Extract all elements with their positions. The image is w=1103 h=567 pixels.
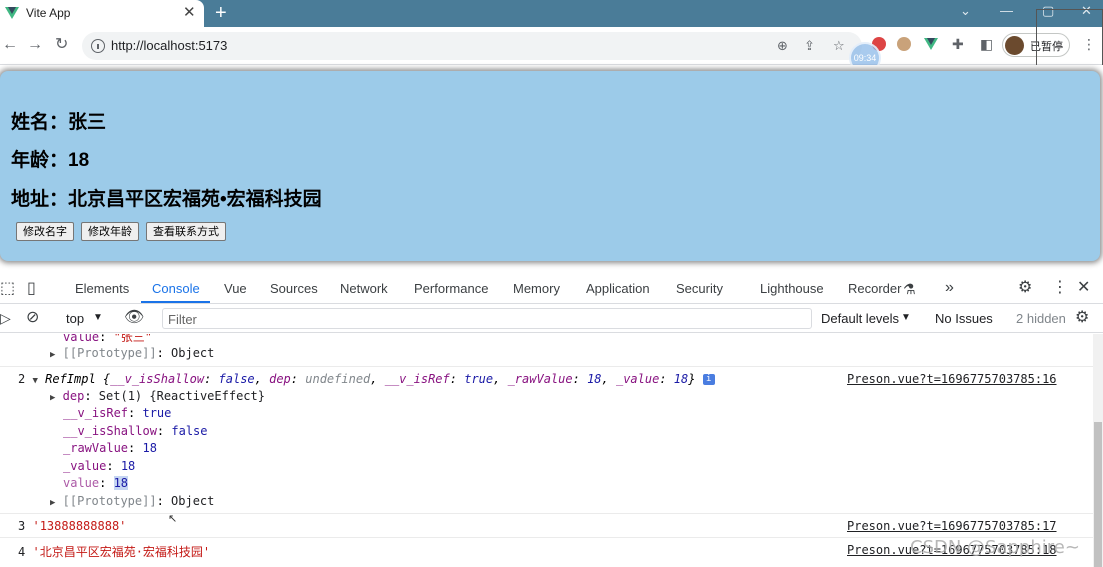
console-prop-row: _value: 18 [63,459,136,473]
context-selector[interactable]: top [66,311,84,326]
tab-network[interactable]: Network [340,281,388,296]
tab-vite-app[interactable]: Vite App ✕ [0,0,204,27]
change-age-button[interactable]: 修改年龄 [81,222,139,241]
log-levels-dropdown[interactable]: Default levels [821,311,899,326]
vue-devtools-icon[interactable] [924,37,938,51]
page-viewport: 姓名：张三 年龄：18 地址：北京昌平区宏福苑•宏福科技园 修改名字 修改年龄 … [0,65,1103,272]
side-panel-icon[interactable]: ◧ [980,36,993,52]
devtools-tab-bar: ⬚ ▯ Elements Console Vue Sources Network… [0,274,1103,304]
vue-logo-icon [5,7,19,19]
tab-title: Vite App [26,6,71,20]
console-prop-row: __v_isRef: true [63,406,172,420]
console-scrollbar[interactable] [1093,334,1103,567]
url-text: http://localhost:5173 [111,38,228,53]
tab-security[interactable]: Security [676,281,723,296]
console-prop-row: value: "张三" [63,334,153,344]
tab-memory[interactable]: Memory [513,281,560,296]
entry-separator [0,366,1093,367]
zoom-icon[interactable]: ⊕ [777,38,788,54]
more-tabs-icon[interactable]: » [945,279,954,297]
info-badge-icon[interactable]: i [702,374,715,385]
address-bar[interactable]: http://localhost:5173 ⊕ ⇪ ☆ [82,32,862,60]
tab-elements[interactable]: Elements [75,281,129,296]
tab-strip: Vite App ✕ + ⌄ — ▢ ✕ [0,0,1103,27]
console-prop-row[interactable]: ▶ dep: Set(1) {ReactiveEffect} [50,389,265,403]
name-field: 姓名：张三 [11,112,107,133]
tab-application[interactable]: Application [586,281,650,296]
source-link[interactable]: Preson.vue?t=1696775703785:17 [847,519,1057,533]
tab-vue[interactable]: Vue [224,281,247,296]
new-tab-button[interactable]: + [215,2,227,24]
console-entry: 3 '13888888888' [18,519,127,533]
watermark: CSDN @Sapphire~ [910,537,1080,558]
console-prop-row[interactable]: ▶ [[Prototype]]: Object [50,346,214,360]
tab-recorder[interactable]: Recorder [848,281,901,296]
settings-gear-icon[interactable]: ⚙ [1018,279,1032,297]
console-settings-icon[interactable]: ⚙ [1075,309,1089,327]
chevron-down-icon[interactable]: ⌄ [960,3,971,19]
entry-separator [0,513,1093,514]
context-dropdown-icon[interactable]: ▼ [93,312,103,323]
device-toolbar-icon[interactable]: ▯ [27,280,36,298]
avatar [1005,36,1024,55]
tab-sources[interactable]: Sources [270,281,318,296]
tab-performance[interactable]: Performance [414,281,488,296]
clear-console-icon[interactable]: ⊘ [26,309,39,327]
console-prop-row: _rawValue: 18 [63,441,157,455]
inspect-element-icon[interactable]: ⬚ [0,280,15,298]
view-contact-button[interactable]: 查看联系方式 [146,222,226,241]
sidebar-toggle-icon[interactable]: ▷ [0,309,11,327]
console-entry-summary[interactable]: 2 ▼ RefImpl {__v_isShallow: false, dep: … [18,372,715,386]
extensions-puzzle-icon[interactable]: ✚ [952,36,964,52]
minimize-icon[interactable]: — [1000,3,1013,19]
mouse-cursor-icon: ↖ [168,513,178,525]
extension-icon[interactable] [897,37,911,51]
tab-console[interactable]: Console [152,281,200,296]
back-icon[interactable]: ← [2,35,18,55]
source-link[interactable]: Preson.vue?t=1696775703785:16 [847,372,1057,386]
active-tab-indicator [141,301,210,303]
live-expression-eye-icon[interactable]: 👁 [124,309,144,327]
filter-placeholder: Filter [168,312,197,327]
issues-button[interactable]: No Issues [935,311,993,326]
console-output: value: "张三" ▶ [[Prototype]]: Object 2 ▼ … [0,334,1093,567]
reload-icon[interactable]: ↻ [55,35,68,55]
forward-icon[interactable]: → [27,35,43,55]
site-info-icon[interactable] [91,39,105,53]
flask-icon: ⚗ [903,281,916,297]
console-entry: 4 '北京昌平区宏福苑·宏福科技园' [18,545,211,559]
address-field: 地址：北京昌平区宏福苑•宏福科技园 [11,189,322,210]
change-name-button[interactable]: 修改名字 [16,222,74,241]
tab-lighthouse[interactable]: Lighthouse [760,281,824,296]
browser-window: { "browser": { "tab_title": "Vite App", … [0,0,1103,567]
console-filter-bar: ▷ ⊘ top ▼ 👁 Filter Default levels ▼ No I… [0,305,1103,333]
scrollbar-thumb[interactable] [1094,422,1102,567]
close-devtools-icon[interactable]: ✕ [1077,279,1090,297]
tab-close-icon[interactable]: ✕ [183,4,196,21]
console-prop-row: value: 18 [63,476,129,490]
share-icon[interactable]: ⇪ [804,38,815,54]
console-prop-row: __v_isShallow: false [63,424,208,438]
bookmark-star-icon[interactable]: ☆ [833,38,845,54]
devtools-menu-icon[interactable]: ⋮ [1052,279,1068,297]
filter-input[interactable]: Filter [162,308,812,329]
browser-toolbar: ← → ↻ http://localhost:5173 ⊕ ⇪ ☆ ✚ ◧ 已暂… [0,27,1103,65]
hidden-count: 2 hidden [1016,311,1066,326]
age-field: 年龄：18 [11,150,90,171]
console-prop-row[interactable]: ▶ [[Prototype]]: Object [50,494,214,508]
person-card: 姓名：张三 年龄：18 地址：北京昌平区宏福苑•宏福科技园 修改名字 修改年龄 … [0,71,1100,261]
levels-dropdown-icon[interactable]: ▼ [901,312,911,323]
